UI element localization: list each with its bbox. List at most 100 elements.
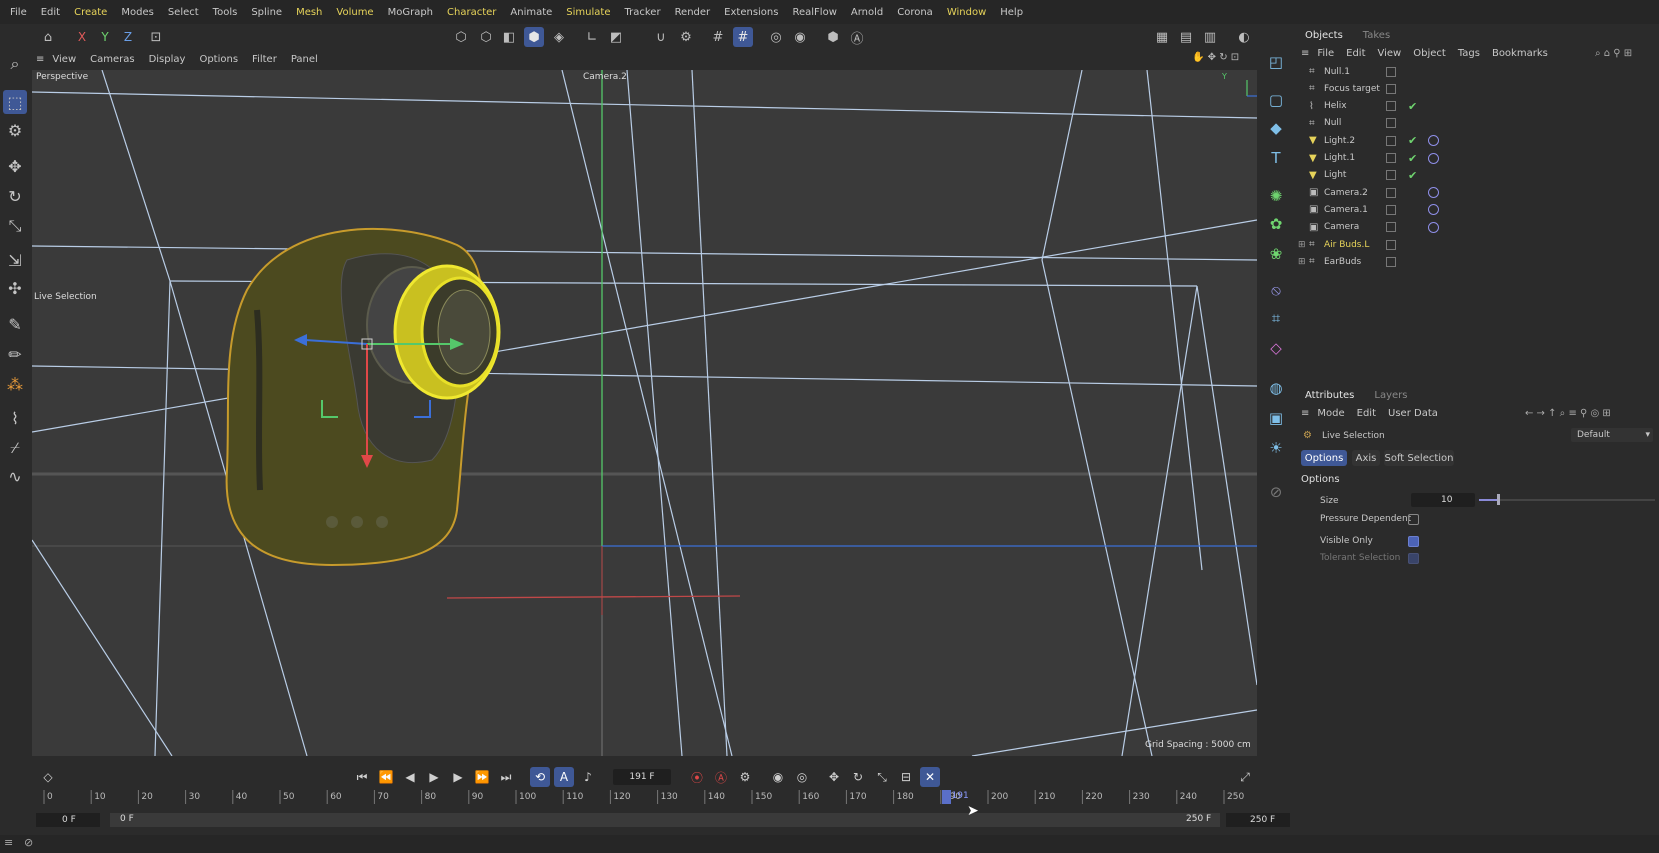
visibility-toggle[interactable] bbox=[1386, 101, 1396, 112]
param-key-icon[interactable]: ⊟ bbox=[896, 767, 916, 787]
texture-mode-icon[interactable]: ◈ bbox=[549, 27, 569, 47]
environment-icon[interactable]: ◍ bbox=[1264, 376, 1288, 400]
objects-menu-file[interactable]: File bbox=[1317, 48, 1334, 59]
snap-icon[interactable]: ∪ bbox=[651, 27, 671, 47]
preview-range-icon[interactable]: A bbox=[554, 767, 574, 787]
go-to-start-icon[interactable]: ⏮ bbox=[352, 767, 372, 787]
menu-edit[interactable]: Edit bbox=[41, 7, 60, 18]
enabled-check-icon[interactable]: ✔ bbox=[1408, 152, 1417, 165]
volume-icon[interactable]: ◇ bbox=[1264, 336, 1288, 360]
play-icon[interactable]: ▶ bbox=[424, 767, 444, 787]
smooth-icon[interactable]: ∿ bbox=[3, 464, 27, 488]
visibility-toggle[interactable] bbox=[1386, 256, 1396, 267]
attributes-menu-edit[interactable]: Edit bbox=[1357, 408, 1376, 419]
preset-select[interactable]: Default ▾ bbox=[1571, 428, 1653, 442]
object-row[interactable]: ▼ Light ✔ bbox=[1295, 167, 1659, 184]
knife-icon[interactable]: ⌿ bbox=[3, 436, 27, 460]
pla-key-icon[interactable]: ✕ bbox=[920, 767, 940, 787]
tab-layers[interactable]: Layers bbox=[1364, 390, 1417, 401]
selection-settings-icon[interactable]: ⚙ bbox=[3, 118, 27, 142]
expand-icon[interactable]: ⊞ bbox=[1298, 240, 1306, 250]
playhead[interactable] bbox=[941, 790, 951, 804]
scale-key-icon[interactable]: ⤡ bbox=[872, 767, 892, 787]
visibility-toggle[interactable] bbox=[1386, 239, 1396, 250]
end-frame-field[interactable]: 250 F bbox=[1226, 813, 1290, 827]
objects-menu-bookmarks[interactable]: Bookmarks bbox=[1492, 48, 1548, 59]
visibility-toggle[interactable] bbox=[1386, 135, 1396, 146]
edges-mode-icon[interactable]: ⬡ bbox=[476, 27, 496, 47]
timeline-ruler[interactable]: 0 10 20 30 40 50 60 70 80 90 100 110 120 130 140 150 160… bbox=[36, 790, 1256, 806]
menu-arnold[interactable]: Arnold bbox=[851, 7, 883, 18]
mograph-icon[interactable]: ✿ bbox=[1264, 212, 1288, 236]
expand-icon[interactable]: ⊞ bbox=[1298, 257, 1306, 267]
viewport-menu-view[interactable]: View bbox=[52, 54, 76, 65]
scale-icon[interactable]: ⤡ bbox=[3, 214, 27, 238]
generator-icon[interactable]: ✺ bbox=[1264, 184, 1288, 208]
undo-icon[interactable]: ⌂ bbox=[38, 27, 58, 47]
solo-icon[interactable]: ◩ bbox=[606, 27, 626, 47]
pressure-checkbox[interactable] bbox=[1408, 514, 1419, 525]
object-row[interactable]: ▣ Camera.2 bbox=[1295, 184, 1659, 201]
light-object-icon[interactable]: ☀ bbox=[1264, 436, 1288, 460]
tag-target-icon[interactable] bbox=[1428, 221, 1439, 233]
objects-menu-icon[interactable]: ≡ bbox=[1301, 48, 1309, 59]
viewport-menu-panel[interactable]: Panel bbox=[291, 54, 318, 65]
viewport-solo-icon[interactable]: ◉ bbox=[790, 27, 810, 47]
menu-spline[interactable]: Spline bbox=[251, 7, 282, 18]
auto-icon[interactable]: Ⓐ bbox=[847, 27, 867, 47]
object-manager-icon[interactable]: ◰ bbox=[1264, 50, 1288, 74]
prev-key-icon[interactable]: ⏪ bbox=[376, 767, 396, 787]
key-filter-icon[interactable]: ◎ bbox=[792, 767, 812, 787]
tag-icon[interactable]: ⊘ bbox=[1264, 480, 1288, 504]
sound-icon[interactable]: ♪ bbox=[578, 767, 598, 787]
objects-menu-tags[interactable]: Tags bbox=[1458, 48, 1480, 59]
start-frame-field[interactable]: 0 F bbox=[36, 813, 100, 827]
record-icon[interactable]: ⦿ bbox=[687, 767, 707, 787]
loop-icon[interactable]: ⟲ bbox=[530, 767, 550, 787]
render-picture-viewer-icon[interactable]: ▤ bbox=[1176, 27, 1196, 47]
timeline-expand-icon[interactable]: ⤢ bbox=[1235, 767, 1255, 787]
visibility-toggle[interactable] bbox=[1386, 204, 1396, 215]
menu-simulate[interactable]: Simulate bbox=[566, 7, 610, 18]
text-icon[interactable]: T bbox=[1264, 146, 1288, 170]
camera-object-icon[interactable]: ▣ bbox=[1264, 406, 1288, 430]
layout-icon[interactable]: ◐ bbox=[1234, 27, 1254, 47]
objects-menu-edit[interactable]: Edit bbox=[1346, 48, 1365, 59]
menu-mesh[interactable]: Mesh bbox=[296, 7, 322, 18]
subtab-soft-selection[interactable]: Soft Selection bbox=[1384, 450, 1454, 466]
live-selection-icon[interactable]: ⬚ bbox=[3, 90, 27, 114]
tab-attributes[interactable]: Attributes bbox=[1295, 390, 1364, 401]
next-frame-icon[interactable]: ▶ bbox=[448, 767, 468, 787]
3d-viewport[interactable]: Perspective Camera.2 Live Selection Y Gr… bbox=[32, 70, 1257, 756]
lock-workplane-icon[interactable]: ◎ bbox=[766, 27, 786, 47]
keyframe-icon[interactable]: ◇ bbox=[38, 767, 58, 787]
prev-frame-icon[interactable]: ◀ bbox=[400, 767, 420, 787]
frame-range-slider[interactable]: 0 F 250 F bbox=[110, 813, 1220, 827]
size-slider-knob[interactable] bbox=[1496, 494, 1500, 505]
polygons-mode-icon[interactable]: ◧ bbox=[499, 27, 519, 47]
enabled-check-icon[interactable]: ✔ bbox=[1408, 169, 1417, 182]
attributes-menu-mode[interactable]: Mode bbox=[1317, 408, 1344, 419]
workplane-icon[interactable]: ∟ bbox=[582, 27, 602, 47]
viewport-menu-options[interactable]: Options bbox=[199, 54, 238, 65]
axis-y-lock[interactable]: Y bbox=[95, 27, 115, 47]
menu-volume[interactable]: Volume bbox=[336, 7, 373, 18]
tag-target-icon[interactable] bbox=[1428, 152, 1439, 164]
viewport-menu-icon[interactable]: ≡ bbox=[36, 54, 44, 65]
object-row[interactable]: ⊞ ⌗ EarBuds bbox=[1295, 253, 1659, 270]
visibility-toggle[interactable] bbox=[1386, 118, 1396, 129]
size-slider-track[interactable] bbox=[1479, 494, 1655, 505]
next-key-icon[interactable]: ⏩ bbox=[472, 767, 492, 787]
subtab-axis[interactable]: Axis bbox=[1352, 450, 1380, 466]
menu-extensions[interactable]: Extensions bbox=[724, 7, 778, 18]
visibility-toggle[interactable] bbox=[1386, 187, 1396, 198]
object-row[interactable]: ▼ Light.2 ✔ bbox=[1295, 132, 1659, 149]
viewport-menu-cameras[interactable]: Cameras bbox=[90, 54, 134, 65]
enabled-check-icon[interactable]: ✔ bbox=[1408, 100, 1417, 113]
object-row[interactable]: ⌇ Helix ✔ bbox=[1295, 98, 1659, 115]
coordinate-system-icon[interactable]: ⊡ bbox=[146, 27, 166, 47]
visible-only-checkbox[interactable] bbox=[1408, 536, 1419, 547]
render-view-icon[interactable]: ▦ bbox=[1152, 27, 1172, 47]
snap-settings-icon[interactable]: ⚙ bbox=[676, 27, 696, 47]
tab-objects[interactable]: Objects bbox=[1295, 30, 1353, 41]
